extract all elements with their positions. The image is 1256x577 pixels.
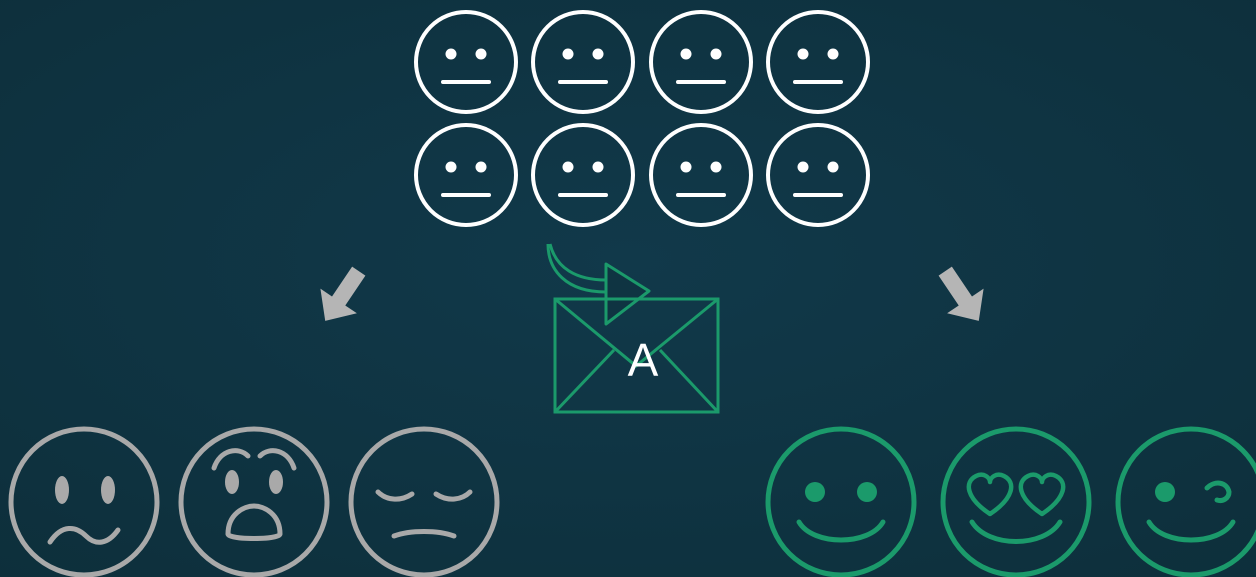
diagram-canvas: A xyxy=(0,0,1256,577)
envelope-letter: A xyxy=(628,334,659,386)
